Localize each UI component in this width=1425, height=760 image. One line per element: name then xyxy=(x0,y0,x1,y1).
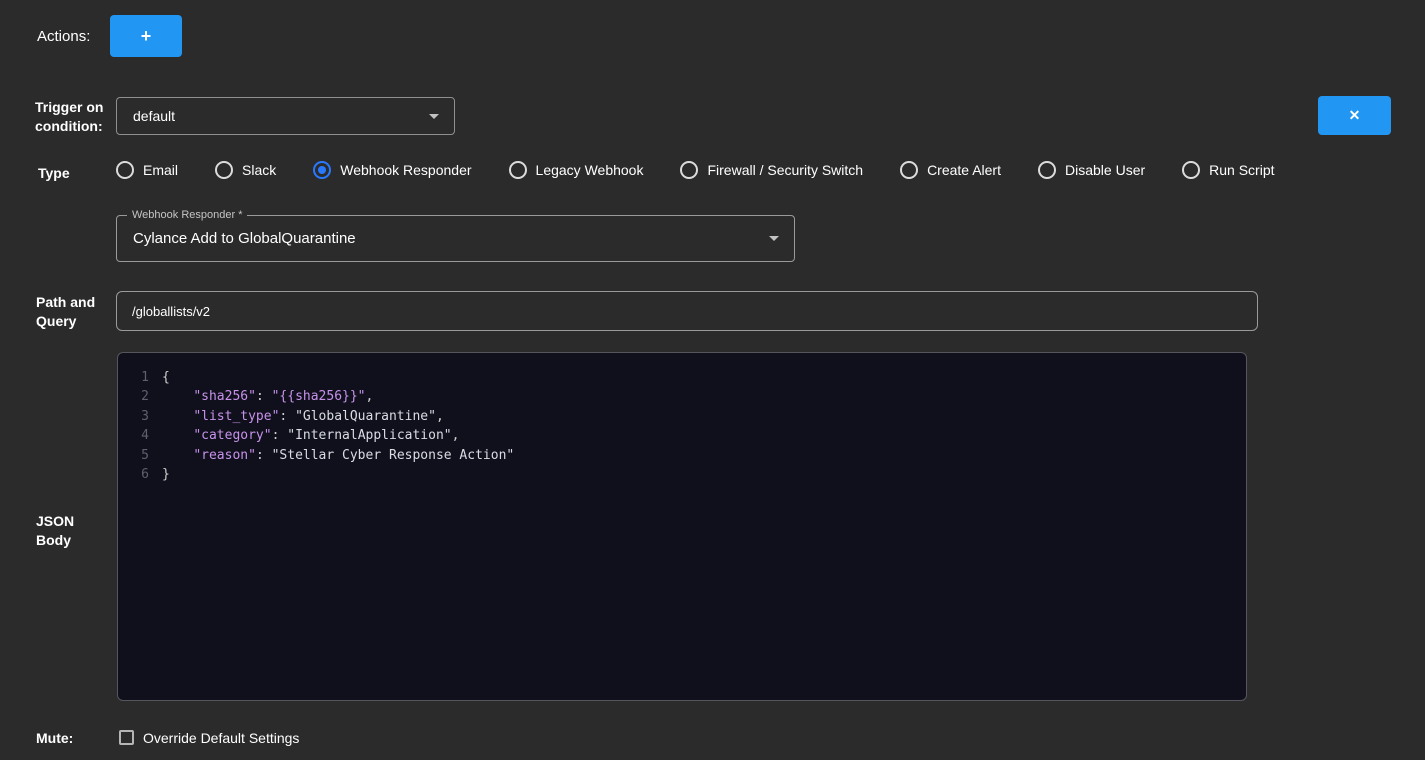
response-action-panel: Actions: + Trigger on condition: default… xyxy=(0,0,1425,760)
radio-option-create-alert[interactable]: Create Alert xyxy=(900,161,1001,179)
radio-option-legacy-webhook[interactable]: Legacy Webhook xyxy=(509,161,644,179)
radio-icon[interactable] xyxy=(116,161,134,179)
chevron-down-icon xyxy=(429,114,439,119)
radio-selected-icon[interactable] xyxy=(313,161,331,179)
radio-option-label: Email xyxy=(143,162,178,178)
radio-option-label: Create Alert xyxy=(927,162,1001,178)
radio-option-disable-user[interactable]: Disable User xyxy=(1038,161,1145,179)
radio-option-webhook-responder[interactable]: Webhook Responder xyxy=(313,161,471,179)
radio-option-email[interactable]: Email xyxy=(116,161,178,179)
plus-icon: + xyxy=(141,26,152,47)
line-number: 3 xyxy=(118,407,149,426)
webhook-responder-select[interactable]: Webhook Responder * Cylance Add to Globa… xyxy=(116,215,795,262)
radio-icon[interactable] xyxy=(900,161,918,179)
line-number: 6 xyxy=(118,465,149,484)
line-number: 5 xyxy=(118,446,149,465)
type-options: Email Slack Webhook Responder Legacy Webhoo… xyxy=(116,161,1275,179)
radio-option-run-script[interactable]: Run Script xyxy=(1182,161,1274,179)
radio-option-label: Disable User xyxy=(1065,162,1145,178)
path-query-label: Path and Query xyxy=(36,293,108,331)
code-line: 6} xyxy=(118,465,1246,484)
code-text: } xyxy=(162,465,170,484)
path-query-input[interactable] xyxy=(116,291,1258,331)
radio-option-slack[interactable]: Slack xyxy=(215,161,276,179)
json-body-label: JSON Body xyxy=(36,512,96,550)
code-line: 5 "reason": "Stellar Cyber Response Acti… xyxy=(118,446,1246,465)
radio-icon[interactable] xyxy=(1182,161,1200,179)
radio-icon[interactable] xyxy=(1038,161,1056,179)
trigger-condition-label: Trigger on condition: xyxy=(35,98,109,136)
chevron-down-icon xyxy=(769,236,779,241)
webhook-responder-value: Cylance Add to GlobalQuarantine xyxy=(133,230,356,247)
actions-label: Actions: xyxy=(37,27,90,46)
type-label: Type xyxy=(38,164,70,183)
override-default-settings-checkbox[interactable] xyxy=(119,730,134,745)
override-default-settings-label: Override Default Settings xyxy=(143,730,299,746)
radio-option-firewall-security-switch[interactable]: Firewall / Security Switch xyxy=(680,161,863,179)
close-icon: ✕ xyxy=(1349,107,1361,124)
line-number: 4 xyxy=(118,426,149,445)
radio-icon[interactable] xyxy=(680,161,698,179)
mute-label: Mute: xyxy=(36,729,73,748)
code-text: { xyxy=(162,368,170,387)
radio-icon[interactable] xyxy=(215,161,233,179)
code-text: "reason": "Stellar Cyber Response Action… xyxy=(162,446,514,465)
code-line: 4 "category": "InternalApplication", xyxy=(118,426,1246,445)
trigger-condition-select[interactable]: default xyxy=(116,97,455,135)
code-text: "sha256": "{{sha256}}", xyxy=(162,387,373,406)
code-text: "list_type": "GlobalQuarantine", xyxy=(162,407,444,426)
webhook-responder-field-label: Webhook Responder * xyxy=(127,208,247,222)
code-line: 3 "list_type": "GlobalQuarantine", xyxy=(118,407,1246,426)
radio-option-label: Legacy Webhook xyxy=(536,162,644,178)
radio-icon[interactable] xyxy=(509,161,527,179)
radio-option-label: Webhook Responder xyxy=(340,162,471,178)
json-body-editor[interactable]: 1{2 "sha256": "{{sha256}}",3 "list_type"… xyxy=(117,352,1247,701)
code-line: 1{ xyxy=(118,368,1246,387)
line-number: 2 xyxy=(118,387,149,406)
radio-option-label: Firewall / Security Switch xyxy=(707,162,863,178)
trigger-condition-value: default xyxy=(133,108,175,124)
add-action-button[interactable]: + xyxy=(110,15,182,57)
code-lines: 1{2 "sha256": "{{sha256}}",3 "list_type"… xyxy=(118,368,1246,484)
line-number: 1 xyxy=(118,368,149,387)
radio-option-label: Slack xyxy=(242,162,276,178)
code-text: "category": "InternalApplication", xyxy=(162,426,459,445)
remove-action-button[interactable]: ✕ xyxy=(1318,96,1391,135)
code-line: 2 "sha256": "{{sha256}}", xyxy=(118,387,1246,406)
radio-option-label: Run Script xyxy=(1209,162,1274,178)
